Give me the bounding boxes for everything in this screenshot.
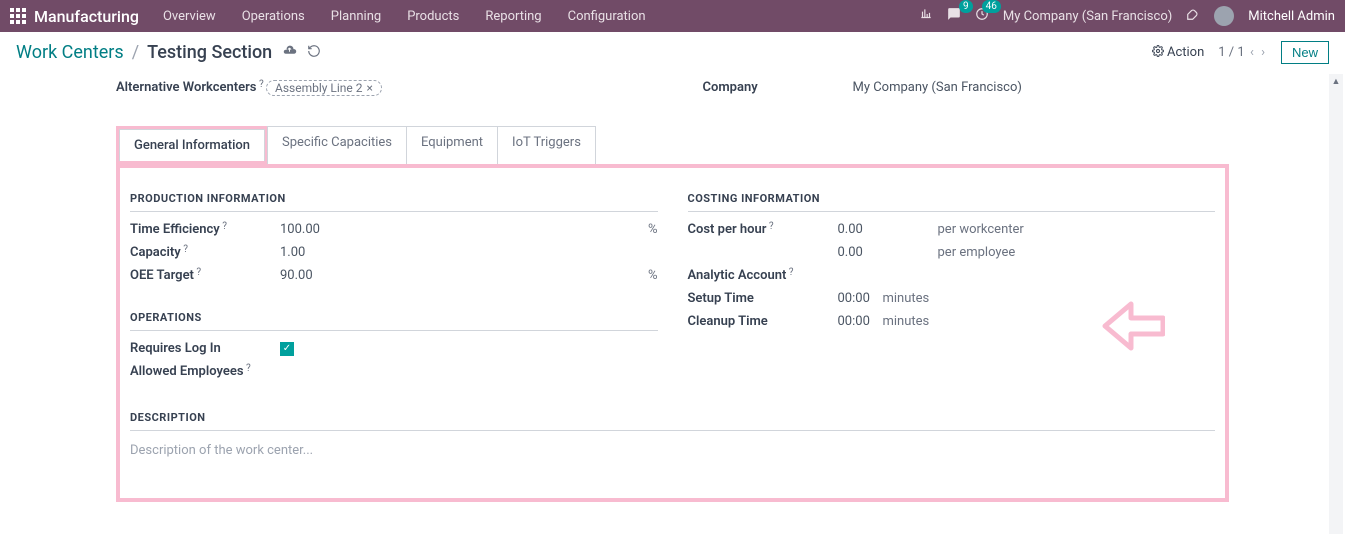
nav-right: 9 46 My Company (San Francisco) Mitchell… xyxy=(919,6,1335,26)
apps-icon[interactable] xyxy=(10,8,26,24)
app-brand[interactable]: Manufacturing xyxy=(34,7,139,26)
cleanup-time-value[interactable]: 00:00 xyxy=(838,314,883,329)
annotation-arrow-icon xyxy=(1101,298,1165,358)
section-description: DESCRIPTION xyxy=(130,411,1215,431)
cleanup-time-unit: minutes xyxy=(883,314,930,329)
nav-item-planning[interactable]: Planning xyxy=(331,9,381,24)
time-efficiency-value[interactable]: 100.00 xyxy=(280,222,380,237)
top-nav: Manufacturing Overview Operations Planni… xyxy=(0,0,1345,32)
messaging-badge: 9 xyxy=(959,0,973,13)
setup-time-value[interactable]: 00:00 xyxy=(838,291,883,306)
debug-icon[interactable] xyxy=(1186,7,1200,25)
time-efficiency-label: Time Efficiency ? xyxy=(130,222,280,237)
cost-per-hour-label: Cost per hour ? xyxy=(688,222,838,237)
breadcrumb-current: Testing Section xyxy=(147,42,272,63)
nav-item-products[interactable]: Products xyxy=(407,9,459,24)
avatar[interactable] xyxy=(1214,6,1234,26)
nav-item-overview[interactable]: Overview xyxy=(163,9,216,24)
activity-icon[interactable]: 46 xyxy=(975,7,989,25)
nav-menu: Overview Operations Planning Products Re… xyxy=(163,9,646,24)
breadcrumb-root[interactable]: Work Centers xyxy=(16,42,124,63)
oee-unit: % xyxy=(648,268,658,283)
cost-per-hour-emp-unit: per employee xyxy=(938,245,1016,260)
section-production-info: PRODUCTION INFORMATION xyxy=(130,192,658,212)
pager-prev[interactable]: ‹ xyxy=(1250,45,1254,60)
setup-time-unit: minutes xyxy=(883,291,930,306)
section-operations: OPERATIONS xyxy=(130,311,658,331)
tag-assembly-line-2[interactable]: Assembly Line 2 × xyxy=(266,80,382,96)
systray-icon[interactable] xyxy=(919,7,933,25)
company-switcher[interactable]: My Company (San Francisco) xyxy=(1003,9,1172,24)
alt-workcenters-value[interactable]: Assembly Line 2 × xyxy=(266,80,643,96)
tab-specific-capacities[interactable]: Specific Capacities xyxy=(267,126,407,164)
vertical-scrollbar[interactable]: ▲ xyxy=(1329,74,1343,534)
pager: 1 / 1 ‹ › xyxy=(1218,45,1267,60)
analytic-account-label: Analytic Account ? xyxy=(688,268,838,283)
pager-next[interactable]: › xyxy=(1261,45,1265,60)
company-value[interactable]: My Company (San Francisco) xyxy=(853,80,1230,95)
user-name[interactable]: Mitchell Admin xyxy=(1248,9,1335,24)
capacity-label: Capacity ? xyxy=(130,245,280,260)
requires-login-checkbox[interactable]: ✓ xyxy=(280,342,294,356)
cost-per-hour-emp-value[interactable]: 0.00 xyxy=(838,245,938,260)
company-label: Company xyxy=(703,80,853,95)
alt-workcenters-label: Alternative Workcenters ? xyxy=(116,80,266,95)
capacity-value[interactable]: 1.00 xyxy=(280,245,380,260)
description-input[interactable]: Description of the work center... xyxy=(130,443,1215,458)
cleanup-time-label: Cleanup Time xyxy=(688,314,838,329)
cost-per-hour-wc-unit: per workcenter xyxy=(938,222,1024,237)
breadcrumb-sep: / xyxy=(132,42,139,63)
nav-item-reporting[interactable]: Reporting xyxy=(485,9,541,24)
tab-iot-triggers[interactable]: IoT Triggers xyxy=(497,126,596,164)
tab-bar: General Information Specific Capacities … xyxy=(116,126,1229,164)
tag-remove-icon[interactable]: × xyxy=(367,81,373,95)
action-dropdown[interactable]: Action xyxy=(1152,45,1205,60)
breadcrumb: Work Centers / Testing Section xyxy=(16,42,272,63)
control-bar: Work Centers / Testing Section Action 1 … xyxy=(0,32,1345,74)
tab-content-general: PRODUCTION INFORMATION Time Efficiency ?… xyxy=(116,164,1229,502)
cost-per-hour-wc-value[interactable]: 0.00 xyxy=(838,222,938,237)
oee-target-label: OEE Target ? xyxy=(130,268,280,283)
scroll-up-icon[interactable]: ▲ xyxy=(1331,76,1341,86)
setup-time-label: Setup Time xyxy=(688,291,838,306)
new-button[interactable]: New xyxy=(1281,41,1329,64)
allowed-employees-label: Allowed Employees ? xyxy=(130,364,280,379)
form-sheet: Alternative Workcenters ? Assembly Line … xyxy=(100,74,1245,502)
activity-badge: 46 xyxy=(982,0,1001,13)
discard-icon[interactable] xyxy=(307,44,321,62)
oee-target-value[interactable]: 90.00 xyxy=(280,268,380,283)
messaging-icon[interactable]: 9 xyxy=(947,7,961,25)
cloud-save-icon[interactable] xyxy=(282,43,297,62)
time-efficiency-unit: % xyxy=(648,222,658,237)
requires-login-label: Requires Log In xyxy=(130,341,280,356)
nav-item-configuration[interactable]: Configuration xyxy=(568,9,646,24)
tab-equipment[interactable]: Equipment xyxy=(406,126,498,164)
nav-item-operations[interactable]: Operations xyxy=(242,9,305,24)
section-costing-info: COSTING INFORMATION xyxy=(688,192,1216,212)
tab-general-information[interactable]: General Information xyxy=(119,129,265,161)
